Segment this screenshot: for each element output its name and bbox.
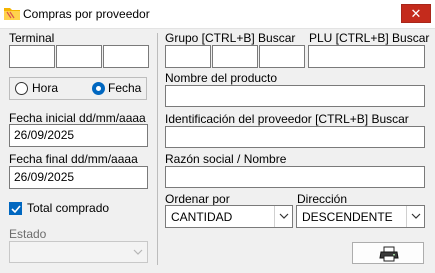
terminal-field-2[interactable]	[56, 45, 102, 68]
column-divider	[157, 33, 158, 265]
ordenar-label: Ordenar por	[165, 192, 230, 206]
estado-label: Estado	[9, 227, 47, 241]
time-mode-group: Hora Fecha	[9, 77, 147, 100]
chevron-down-icon	[129, 242, 147, 262]
chevron-down-icon	[406, 206, 424, 227]
razon-social-input[interactable]	[165, 166, 425, 188]
razon-social-label: Razón social / Nombre	[165, 152, 287, 166]
direccion-label: Dirección	[297, 192, 348, 206]
total-comprado-checkbox[interactable]	[9, 202, 22, 215]
printer-icon	[379, 246, 399, 262]
fecha-final-label: Fecha final dd/mm/aaaa	[9, 152, 138, 166]
ordenar-value: CANTIDAD	[171, 210, 233, 224]
window: Compras por proveedor ✕ Terminal Hora Fe…	[0, 0, 435, 273]
folder-app-icon	[4, 8, 20, 20]
radio-fecha[interactable]	[92, 82, 105, 95]
estado-select[interactable]	[9, 241, 148, 263]
title-bar: Compras por proveedor ✕	[0, 0, 435, 29]
total-comprado-label: Total comprado	[27, 201, 110, 215]
radio-fecha-label: Fecha	[108, 81, 142, 95]
ordenar-select[interactable]: CANTIDAD	[165, 205, 293, 228]
nombre-producto-input[interactable]	[165, 85, 425, 107]
nombre-producto-label: Nombre del producto	[165, 71, 278, 85]
id-proveedor-label: Identificación del proveedor [CTRL+B] Bu…	[165, 112, 409, 126]
radio-hora-label: Hora	[32, 81, 59, 95]
chevron-down-icon	[274, 206, 292, 227]
terminal-field-1[interactable]	[9, 45, 55, 68]
id-proveedor-input[interactable]	[165, 126, 425, 148]
grupo-label: Grupo [CTRL+B] Buscar	[165, 31, 296, 45]
plu-label: PLU [CTRL+B] Buscar	[309, 31, 430, 45]
direccion-value: DESCENDENTE	[302, 210, 393, 224]
fecha-final-input[interactable]: 26/09/2025	[9, 166, 148, 189]
print-button[interactable]	[352, 242, 424, 264]
plu-input[interactable]	[308, 45, 425, 68]
terminal-label: Terminal	[9, 31, 55, 45]
fecha-inicial-label: Fecha inicial dd/mm/aaaa	[9, 111, 146, 125]
grupo-field-2[interactable]	[212, 45, 258, 68]
grupo-field-3[interactable]	[259, 45, 305, 68]
close-button[interactable]: ✕	[401, 4, 431, 23]
close-icon: ✕	[410, 6, 422, 21]
grupo-field-1[interactable]	[165, 45, 211, 68]
fecha-inicial-input[interactable]: 26/09/2025	[9, 124, 148, 147]
window-title: Compras por proveedor	[23, 7, 150, 21]
checkmark-icon	[11, 205, 21, 214]
direccion-select[interactable]: DESCENDENTE	[296, 205, 425, 228]
terminal-field-3[interactable]	[103, 45, 149, 68]
radio-hora[interactable]	[15, 82, 28, 95]
